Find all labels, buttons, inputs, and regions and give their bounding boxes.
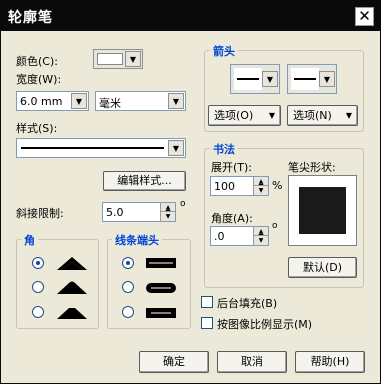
default-button[interactable]: 默认(D) <box>288 257 357 278</box>
nib-shape-preview[interactable] <box>288 175 357 246</box>
miter-spinner[interactable]: ▲ ▼ <box>160 203 175 221</box>
miter-label: 斜接限制: <box>16 207 64 220</box>
end-arrow-select[interactable]: ▼ <box>287 64 337 94</box>
chevron-down-icon: ▼ <box>319 71 335 87</box>
bevel-corner-icon <box>57 308 87 319</box>
line-caps-title: 线条端头 <box>112 232 162 248</box>
stretch-spinner[interactable]: ▲ ▼ <box>253 177 268 195</box>
scale-with-image-label[interactable]: 按图像比例显示(M) <box>217 316 312 332</box>
end-arrow-preview <box>291 68 319 90</box>
dialog-title: 轮廓笔 <box>8 10 53 26</box>
corners-title: 角 <box>21 232 38 248</box>
width-label: 宽度(W): <box>16 73 62 86</box>
arrow-options-left-button[interactable]: 选项(O) ▼ <box>208 105 281 126</box>
angle-unit: o <box>272 221 278 231</box>
spin-up-icon: ▲ <box>254 227 268 236</box>
dropdown-arrow-icon: ▼ <box>268 111 275 120</box>
color-picker[interactable]: ▼ <box>93 49 143 69</box>
corner-bevel-radio[interactable] <box>32 306 44 318</box>
start-arrow-select[interactable]: ▼ <box>230 64 280 94</box>
outline-pen-dialog: 轮廓笔 ✕ 颜色(C): ▼ 宽度(W): 6.0 mm ▼ 毫米 ▼ 样式(S… <box>0 0 381 384</box>
nib-shape-square <box>299 187 346 234</box>
width-unit-select[interactable]: 毫米 ▼ <box>95 91 186 111</box>
chevron-down-icon: ▼ <box>71 93 87 109</box>
width-unit-value: 毫米 <box>99 97 121 110</box>
close-button[interactable]: ✕ <box>355 7 374 26</box>
chevron-down-icon: ▼ <box>168 140 184 156</box>
behind-fill-label[interactable]: 后台填充(B) <box>217 295 277 311</box>
width-value: 6.0 mm <box>20 95 63 108</box>
start-arrow-preview <box>234 68 262 90</box>
close-icon: ✕ <box>358 7 371 25</box>
edit-style-button[interactable]: 编辑样式... <box>103 171 186 191</box>
dropdown-arrow-icon: ▼ <box>345 111 352 120</box>
line-style-select[interactable]: ▼ <box>16 138 186 158</box>
butt-cap-icon <box>146 258 176 268</box>
chevron-down-icon: ▼ <box>168 93 184 109</box>
degree-symbol: o <box>180 199 186 209</box>
stretch-label: 展开(T): <box>211 161 253 174</box>
nib-shape-label: 笔尖形状: <box>288 161 336 174</box>
round-corner-icon <box>57 281 87 294</box>
stretch-input[interactable]: 100 ▲ ▼ <box>210 176 269 196</box>
spin-up-icon: ▲ <box>161 203 175 212</box>
corner-round-radio[interactable] <box>32 281 44 293</box>
behind-fill-checkbox[interactable] <box>201 296 213 308</box>
line-style-preview <box>21 147 164 149</box>
spin-down-icon: ▼ <box>254 236 268 245</box>
cap-square-radio[interactable] <box>122 306 134 318</box>
square-cap-icon <box>146 308 176 318</box>
arrows-title: 箭头 <box>210 43 238 59</box>
title-bar: 轮廓笔 ✕ <box>1 1 380 31</box>
angle-input[interactable]: .0 ▲ ▼ <box>210 226 269 246</box>
angle-value: .0 <box>214 230 225 243</box>
cancel-button[interactable]: 取消 <box>217 351 287 373</box>
color-label: 颜色(C): <box>16 55 58 68</box>
cap-butt-radio[interactable] <box>122 257 134 269</box>
spin-down-icon: ▼ <box>161 212 175 221</box>
color-swatch <box>97 53 123 65</box>
miter-corner-icon <box>57 257 87 270</box>
width-select[interactable]: 6.0 mm ▼ <box>16 91 89 111</box>
style-label: 样式(S): <box>16 122 58 135</box>
arrow-options-right-button[interactable]: 选项(N) ▼ <box>287 105 358 126</box>
ok-button[interactable]: 确定 <box>139 351 209 373</box>
miter-value: 5.0 <box>106 206 124 219</box>
stretch-unit: % <box>272 179 283 192</box>
corner-miter-radio[interactable] <box>32 257 44 269</box>
miter-input[interactable]: 5.0 ▲ ▼ <box>102 202 176 222</box>
cap-round-radio[interactable] <box>122 281 134 293</box>
stretch-value: 100 <box>214 180 235 193</box>
angle-spinner[interactable]: ▲ ▼ <box>253 227 268 245</box>
spin-down-icon: ▼ <box>254 186 268 195</box>
scale-with-image-checkbox[interactable] <box>201 317 213 329</box>
chevron-down-icon: ▼ <box>262 71 278 87</box>
chevron-down-icon: ▼ <box>125 51 141 67</box>
calligraphy-title: 书法 <box>210 141 238 157</box>
help-button[interactable]: 帮助(H) <box>295 351 365 373</box>
angle-label: 角度(A): <box>211 212 253 225</box>
round-cap-icon <box>146 283 176 293</box>
spin-up-icon: ▲ <box>254 177 268 186</box>
